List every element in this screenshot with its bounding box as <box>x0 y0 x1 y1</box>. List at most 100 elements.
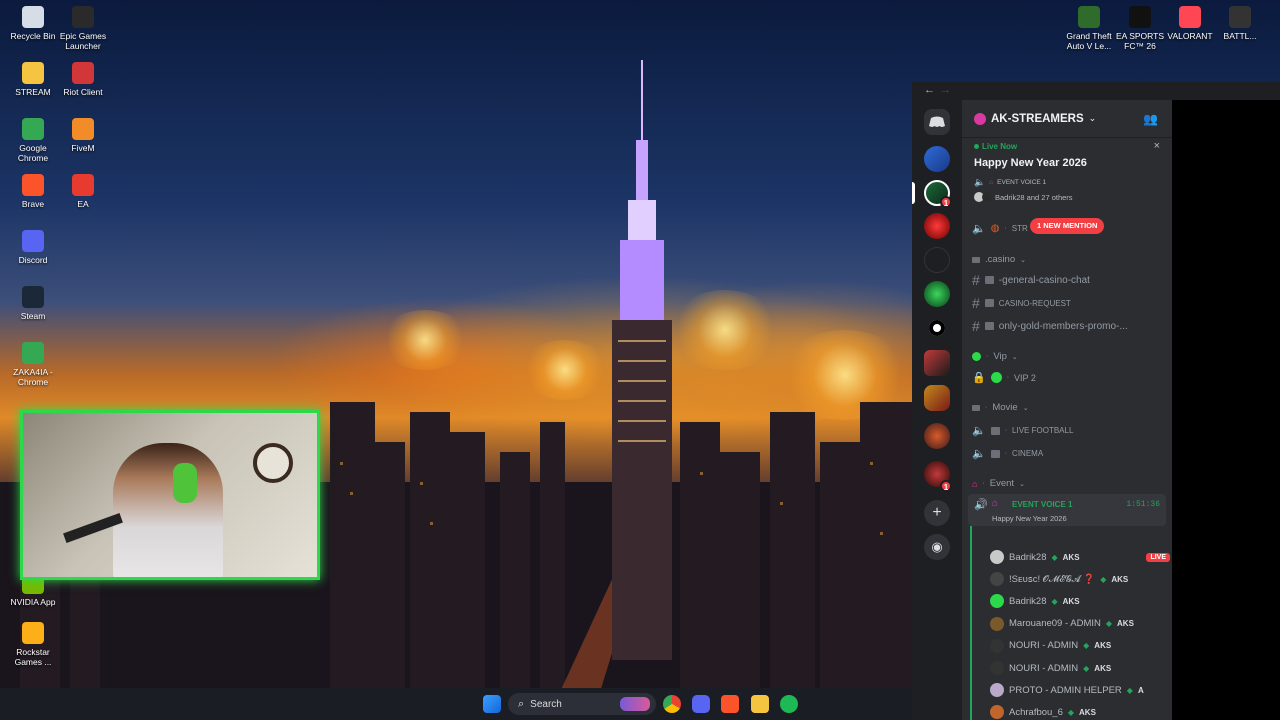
brave-icon <box>22 174 44 196</box>
voice-user[interactable]: Achrafbou_6 ◆ AKS <box>990 705 1170 720</box>
channel-name: VIP 2 <box>1014 372 1036 383</box>
desktop-icon-label: NVIDIA App <box>10 597 56 607</box>
channel-name: -general-casino-chat <box>998 274 1090 286</box>
avatar <box>990 683 1004 698</box>
green-circle-icon <box>972 352 981 361</box>
back-arrow-icon[interactable]: ← <box>924 84 935 96</box>
channel-name: only-gold-members-promo-... <box>998 320 1128 332</box>
add-member-icon[interactable]: 👥 <box>1143 112 1158 126</box>
desktop-icon[interactable]: ZAKA4IA - Chrome <box>4 342 62 387</box>
avatar <box>990 594 1004 609</box>
server-icon-logo[interactable] <box>924 315 950 341</box>
desktop-icon[interactable]: Steam <box>4 286 62 321</box>
voice-user[interactable]: NOURI - ADMIN ◆ AKS <box>990 638 1170 653</box>
voice-channel-live-football[interactable]: 🔈 · LIVE FOOTBALL <box>972 424 1167 437</box>
active-server-indicator <box>912 182 915 204</box>
category-icon <box>972 404 980 411</box>
role-tag-icon: ◆ <box>1083 641 1090 651</box>
role-tag: AKS <box>1111 574 1129 584</box>
desktop-icon-label: Riot Client <box>63 87 103 97</box>
role-tag-icon: ◆ <box>1067 707 1075 717</box>
avatar <box>990 705 1004 720</box>
role-tag-icon: ◆ <box>1105 619 1113 629</box>
avatar <box>990 638 1004 653</box>
brave-taskbar-icon[interactable] <box>721 695 739 713</box>
voice-channel-event-active[interactable]: 🔊 ⌂ EVENT VOICE 1 1:51:36 Happy New Year… <box>968 494 1166 526</box>
file-explorer-taskbar-icon[interactable] <box>751 695 769 713</box>
desktop-icon[interactable]: EA SPORTS FC™ 26 <box>1114 6 1166 51</box>
chevron-down-icon: ⌄ <box>1011 353 1018 361</box>
voice-user[interactable]: PROTO - ADMIN HELPER ◆ A <box>990 683 1170 698</box>
fivem-icon <box>72 118 94 140</box>
webcam-overlay <box>20 410 320 580</box>
channel-emoji-icon <box>990 426 1000 435</box>
chrome-icon <box>22 118 44 140</box>
server-icon-purple[interactable] <box>924 247 950 273</box>
channel-name: CASINO-REQUEST <box>998 298 1071 308</box>
search-highlight-icon <box>620 697 650 711</box>
server-folder[interactable] <box>924 350 950 376</box>
desktop-icon[interactable]: Discord <box>4 230 62 265</box>
discord-home-icon[interactable] <box>924 109 950 135</box>
server-mention-badge: 1 <box>940 196 952 208</box>
voice-user[interactable]: Marouane09 - ADMIN ◆ AKS <box>990 616 1170 631</box>
server-icon-orange[interactable] <box>924 423 950 449</box>
desktop-icon-label: BATTL... <box>1223 31 1257 41</box>
desktop-icon[interactable]: Rockstar Games ... <box>4 622 62 667</box>
category-label: .casino <box>985 254 1016 265</box>
role-tag: A <box>1137 685 1144 695</box>
text-channel-casino-request[interactable]: # CASINO-REQUEST <box>972 295 1167 311</box>
desktop-icon[interactable]: Grand Theft Auto V Le... <box>1063 6 1115 51</box>
discord-taskbar-icon[interactable] <box>692 695 710 713</box>
desktop-icon[interactable]: VALORANT <box>1164 6 1216 41</box>
server-icon-gold[interactable] <box>924 385 950 411</box>
channel-emoji-icon: ◍ <box>990 223 1000 234</box>
spotify-taskbar-icon[interactable] <box>780 695 798 713</box>
live-event-card[interactable]: Live Now × Happy New Year 2026 🔈 ⌂ EVENT… <box>968 140 1168 210</box>
forward-arrow-icon[interactable]: → <box>940 84 951 96</box>
desktop-icon[interactable]: BATTL... <box>1214 6 1266 41</box>
server-icon-red[interactable] <box>924 213 950 239</box>
voice-user[interactable]: Badrik28 ◆ AKS LIVE <box>990 550 1170 564</box>
voice-user[interactable]: NOURI - ADMIN ◆ AKS <box>990 661 1170 675</box>
server-icon-green[interactable] <box>924 281 950 307</box>
server-header[interactable]: AK-STREAMERS ⌄ 👥 <box>962 100 1172 138</box>
desktop-icon[interactable]: Epic Games Launcher <box>54 6 112 51</box>
live-badge: LIVE <box>1146 552 1170 562</box>
role-tag: AKS <box>1117 619 1134 629</box>
folder-icon <box>22 62 44 84</box>
desktop-icon[interactable]: FiveM <box>54 118 112 153</box>
discord-titlebar: ← → <box>912 82 1280 100</box>
desktop-icon-label: Rockstar Games ... <box>14 647 52 667</box>
voice-user[interactable]: Badrik28 ◆ AKS <box>990 594 1170 609</box>
new-mention-pill[interactable]: 1 NEW MENTION <box>1030 218 1105 234</box>
role-tag: AKS <box>1079 707 1096 717</box>
voice-channel-cinema[interactable]: 🔈 · CINEMA <box>972 447 1167 460</box>
voice-channel-vip2[interactable]: 🔒 · VIP 2 <box>972 371 1167 384</box>
category-event[interactable]: ⌂ · Event ⌄ <box>972 478 1167 489</box>
role-tag-icon: ◆ <box>1083 663 1090 673</box>
voice-user[interactable]: !Sᴇᴜꜱᴄ! 𝓞𝓜𝓔𝓖𝓐 ❓ ◆ AKS <box>990 572 1170 587</box>
chevron-down-icon: ⌄ <box>1019 480 1025 488</box>
server-icon-smaa[interactable] <box>924 146 950 172</box>
avatar <box>990 661 1004 675</box>
voice-user-name: !Sᴇᴜꜱᴄ! 𝓞𝓜𝓔𝓖𝓐 ❓ <box>1009 573 1096 585</box>
chrome-taskbar-icon[interactable] <box>663 695 681 713</box>
category-label: Movie <box>992 402 1018 413</box>
desktop-icon[interactable]: EA <box>54 174 112 209</box>
add-server-icon[interactable]: + <box>924 500 950 526</box>
text-channel-gold-members[interactable]: # only-gold-members-promo-... <box>972 318 1167 334</box>
start-button[interactable] <box>483 695 501 713</box>
category-vip[interactable]: · Vip ⌄ <box>972 351 1167 362</box>
steam-icon <box>22 286 44 308</box>
close-icon[interactable]: × <box>1154 140 1160 152</box>
explore-servers-icon[interactable]: ◉ <box>924 534 950 560</box>
speaker-icon: 🔈 <box>972 425 986 437</box>
text-channel-general-casino[interactable]: # -general-casino-chat <box>972 272 1167 288</box>
firework-glow <box>380 310 470 370</box>
desktop-icon[interactable]: Riot Client <box>54 62 112 97</box>
category-casino[interactable]: .casino ⌄ <box>972 254 1167 265</box>
voice-user-name: Badrik28 <box>1009 595 1047 607</box>
category-movie[interactable]: · Movie ⌄ <box>972 402 1167 413</box>
taskbar-search[interactable]: ⌕ Search <box>508 693 656 715</box>
